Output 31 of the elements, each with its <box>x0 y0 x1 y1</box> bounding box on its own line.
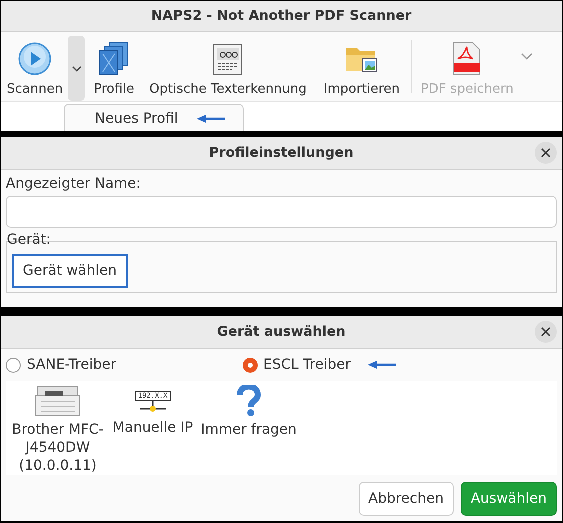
radio-button[interactable] <box>6 358 21 372</box>
chevron-down-icon[interactable] <box>520 52 533 60</box>
dialog-title: Gerät auswählen <box>217 324 346 340</box>
name-label: Angezeigter Name: <box>6 176 142 192</box>
toolbar-button[interactable]: Scannen <box>4 36 66 101</box>
close-button[interactable] <box>535 321 557 343</box>
radio-button[interactable] <box>242 358 258 372</box>
device-name[interactable]: Immer fragen <box>201 421 297 440</box>
cancel-button[interactable]: Abbrechen <box>358 482 454 516</box>
choose-device-button[interactable]: Gerät wählen <box>12 254 128 288</box>
close-icon <box>541 327 551 337</box>
device-name[interactable]: Brother MFC-J4540DW (10.0.0.11) <box>9 421 107 476</box>
radio-label: ESCL Treiber <box>264 357 351 373</box>
documents-icon <box>98 42 130 76</box>
close-button[interactable] <box>535 142 557 164</box>
toolbar-button[interactable]: Profile <box>91 36 138 101</box>
menu-item[interactable]: Neues Profil <box>95 111 178 127</box>
dialog-title: Profileinstellungen <box>209 145 354 161</box>
device-name[interactable]: Manuelle IP <box>112 419 194 438</box>
toolbar-button[interactable]: Optische Texterkennung <box>138 36 319 101</box>
close-icon <box>541 148 551 158</box>
pdf-file-icon <box>453 42 482 76</box>
printer-icon <box>35 385 81 417</box>
text-document-icon <box>213 44 244 76</box>
question-mark-icon <box>236 385 262 417</box>
name-input-field[interactable] <box>6 196 557 228</box>
toolbar-button[interactable]: Importieren <box>318 36 405 101</box>
radio-label: SANE-Treiber <box>27 357 117 373</box>
chevron-down-icon <box>72 66 82 72</box>
window-title: NAPS2 - Not Another PDF Scanner <box>151 8 412 24</box>
play-icon <box>18 42 52 76</box>
